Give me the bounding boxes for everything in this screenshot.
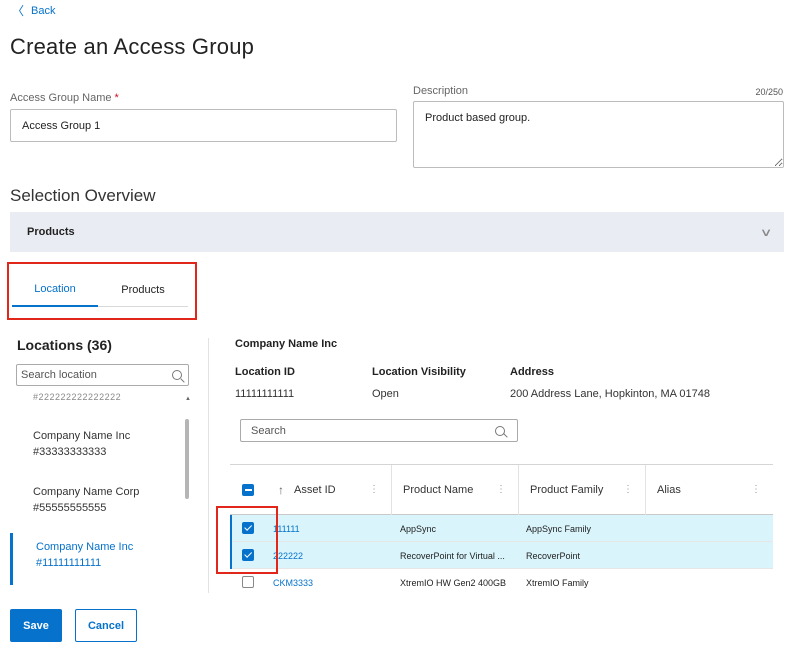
products-accordion[interactable]: Products ∨ <box>10 212 784 252</box>
table-row[interactable]: 222222 RecoverPoint for Virtual ... Reco… <box>230 542 773 569</box>
chevron-down-icon: ∨ <box>760 226 773 239</box>
products-table: ↑ Asset ID ⋮ Product Name ⋮ Product Fami… <box>230 464 773 594</box>
row-checkbox[interactable] <box>242 549 254 561</box>
row-selected-indicator <box>230 542 232 569</box>
description-counter: 20/250 <box>755 87 783 97</box>
address-label: Address <box>510 366 554 378</box>
save-button[interactable]: Save <box>10 609 62 642</box>
column-header-product-name[interactable]: Product Name ⋮ <box>392 465 519 515</box>
header-select-cell <box>230 465 264 515</box>
column-label: Asset ID <box>294 484 336 496</box>
location-name: Company Name Corp <box>33 484 182 500</box>
product-name-cell: AppSync <box>400 515 436 542</box>
product-search <box>240 419 518 442</box>
location-name: Company Name Inc <box>33 428 182 444</box>
table-row[interactable]: 111111 AppSync AppSync Family <box>230 515 773 542</box>
location-search-input[interactable] <box>21 369 161 381</box>
product-name-cell: XtremIO HW Gen2 400GB <box>400 569 506 594</box>
location-id: #11111111111 <box>36 555 182 571</box>
column-label: Alias <box>657 484 681 496</box>
page-title: Create an Access Group <box>10 34 254 60</box>
location-item[interactable]: Company Name Corp #55555555555 <box>10 478 182 530</box>
kebab-icon[interactable]: ⋮ <box>751 484 760 495</box>
product-family-cell: XtremIO Family <box>526 569 589 594</box>
list-item-partial: #222222222222222 <box>33 392 121 402</box>
tab-products[interactable]: Products <box>98 272 188 307</box>
product-search-input[interactable] <box>251 425 471 437</box>
table-row[interactable]: CKM3333 XtremIO HW Gen2 400GB XtremIO Fa… <box>230 569 773 594</box>
column-header-asset-id[interactable]: ↑ Asset ID ⋮ <box>264 465 392 515</box>
location-id: #33333333333 <box>33 444 182 460</box>
panel-divider <box>208 338 209 593</box>
asset-id-link[interactable]: 222222 <box>273 542 303 569</box>
location-id-value: 11111111111 <box>235 388 294 400</box>
kebab-icon[interactable]: ⋮ <box>623 484 632 495</box>
visibility-value: Open <box>372 388 399 400</box>
locations-title: Locations (36) <box>17 337 112 353</box>
location-id-label: Location ID <box>235 366 295 378</box>
accordion-title: Products <box>27 226 75 238</box>
location-item-selected[interactable]: Company Name Inc #11111111111 <box>10 533 182 585</box>
row-checkbox[interactable] <box>242 522 254 534</box>
kebab-icon[interactable]: ⋮ <box>496 484 505 495</box>
location-item[interactable]: Company Name Inc #33333333333 <box>10 422 182 474</box>
product-name-cell: RecoverPoint for Virtual ... <box>400 542 505 569</box>
location-search <box>16 364 189 386</box>
description-textarea[interactable]: Product based group. <box>413 101 784 168</box>
required-mark: * <box>115 92 119 104</box>
company-name: Company Name Inc <box>235 338 337 350</box>
column-header-alias[interactable]: Alias ⋮ <box>646 465 773 515</box>
asset-id-link[interactable]: 111111 <box>273 515 300 542</box>
back-link[interactable]: 〈 Back <box>12 5 55 17</box>
product-family-cell: RecoverPoint <box>526 542 580 569</box>
location-id: #55555555555 <box>33 500 182 516</box>
tab-bar: Location Products <box>12 272 188 307</box>
column-header-product-family[interactable]: Product Family ⋮ <box>519 465 646 515</box>
row-checkbox[interactable] <box>242 576 254 588</box>
address-value: 200 Address Lane, Hopkinton, MA 01748 <box>510 388 710 400</box>
row-selected-indicator <box>230 515 232 542</box>
list-scrollbar[interactable] <box>185 419 189 499</box>
visibility-label: Location Visibility <box>372 366 466 378</box>
chevron-left-icon: 〈 <box>12 5 24 17</box>
scroll-up-icon[interactable]: ▲ <box>185 396 191 402</box>
tab-location[interactable]: Location <box>12 272 98 307</box>
location-name: Company Name Inc <box>36 539 182 555</box>
search-icon[interactable] <box>495 426 505 436</box>
asset-id-link[interactable]: CKM3333 <box>273 569 313 594</box>
kebab-icon[interactable]: ⋮ <box>369 484 378 495</box>
selection-overview-title: Selection Overview <box>10 186 156 206</box>
description-label: Description <box>413 85 468 97</box>
name-label: Access Group Name * <box>10 92 119 104</box>
access-group-name-input[interactable] <box>10 109 397 142</box>
table-header: ↑ Asset ID ⋮ Product Name ⋮ Product Fami… <box>230 465 773 515</box>
name-label-text: Access Group Name <box>10 92 111 104</box>
sort-up-icon[interactable]: ↑ <box>278 483 284 497</box>
cancel-button[interactable]: Cancel <box>75 609 137 642</box>
product-family-cell: AppSync Family <box>526 515 591 542</box>
column-label: Product Name <box>403 484 473 496</box>
search-icon[interactable] <box>172 370 182 380</box>
select-all-checkbox[interactable] <box>242 484 254 496</box>
column-label: Product Family <box>530 484 603 496</box>
location-list: #222222222222222 ▲ Company Name Inc #333… <box>10 392 192 592</box>
back-label: Back <box>31 5 55 17</box>
